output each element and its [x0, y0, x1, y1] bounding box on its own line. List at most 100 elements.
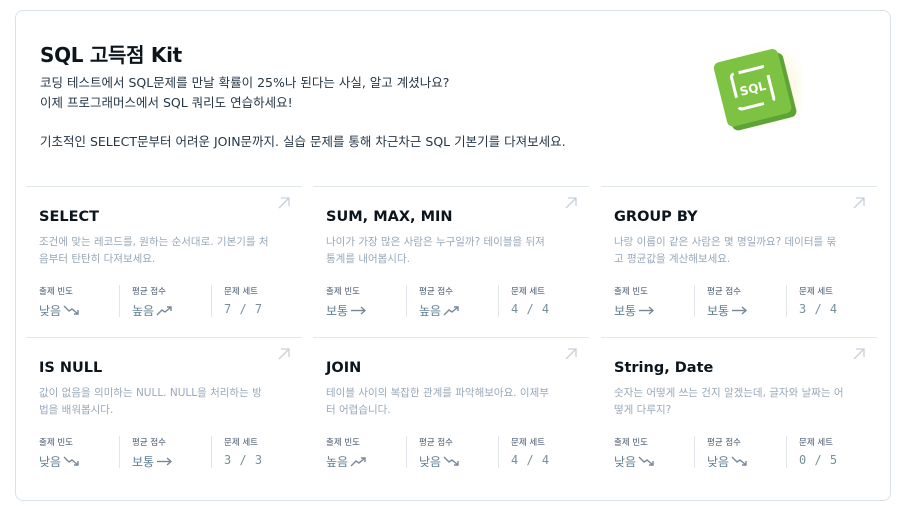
- frequency-value: 보통: [326, 302, 406, 319]
- trend-up-icon: [156, 306, 172, 316]
- avg-score-value: 낮음: [707, 453, 786, 470]
- topic-title[interactable]: SELECT: [39, 209, 99, 225]
- avg-score-label: 평균 점수: [419, 438, 453, 448]
- topic-stats: 출제 빈도 낮음 평균 점수 낮음 문제 세트 0 / 5: [614, 436, 864, 470]
- topic-title[interactable]: String, Date: [614, 360, 713, 376]
- topic-card-join[interactable]: JOIN 테이블 사이의 복잡한 관계를 파악해보아요. 이제부터 어렵습니다. 출…: [313, 337, 589, 487]
- topic-stats: 출제 빈도높음 평균 점수낮음 문제 세트 4 / 4: [326, 436, 576, 470]
- frequency-label: 출제 빈도: [326, 438, 360, 448]
- frequency-value: 보통: [614, 302, 694, 319]
- frequency-label: 출제 빈도: [326, 287, 360, 297]
- frequency-text: 높음: [326, 455, 349, 469]
- frequency-text: 보통: [614, 304, 637, 318]
- avg-score-label: 평균 점수: [707, 438, 741, 448]
- topic-stats: 출제 빈도 낮음 평균 점수보통 문제 세트 3 / 3: [39, 436, 289, 470]
- topic-title[interactable]: IS NULL: [39, 360, 102, 376]
- frequency-stat: 출제 빈도낮음: [614, 436, 694, 470]
- problem-set-stat: 문제 세트 7 / 7: [211, 285, 291, 317]
- avg-score-stat: 평균 점수낮음: [694, 436, 786, 470]
- frequency-label: 출제 빈도: [39, 287, 73, 297]
- topic-card-group-by[interactable]: GROUP BY 나랑 이름이 같은 사람은 몇 명일까요? 데이터를 묶고 평균…: [601, 186, 877, 336]
- topic-stats: 출제 빈도 보통 평균 점수 높음 문제 세트 4 / 4: [326, 285, 576, 319]
- problem-set-stat: 문제 세트 3 / 4: [786, 285, 866, 317]
- avg-score-stat: 평균 점수낮음: [406, 436, 498, 470]
- description-line: 코딩 테스트에서 SQL문제를 만날 확률이 25%나 된다는 사실, 알고 계…: [40, 75, 450, 90]
- arrow-up-right-icon[interactable]: [851, 195, 867, 211]
- trend-down-icon: [63, 456, 79, 466]
- frequency-label: 출제 빈도: [614, 287, 648, 297]
- problem-set-label: 문제 세트: [799, 438, 833, 448]
- avg-score-label: 평균 점수: [707, 287, 741, 297]
- problem-set-label: 문제 세트: [511, 287, 545, 297]
- avg-score-text: 보통: [707, 304, 730, 318]
- avg-score-stat: 평균 점수보통: [694, 285, 786, 319]
- topic-description: 나랑 이름이 같은 사람은 몇 명일까요? 데이터를 묶고 평균값을 계산해보세…: [614, 236, 837, 265]
- trend-flat-icon: [732, 306, 748, 315]
- avg-score-value: 낮음: [419, 453, 498, 470]
- trend-down-icon: [443, 456, 459, 466]
- kit-description: 코딩 테스트에서 SQL문제를 만날 확률이 25%나 된다는 사실, 알고 계…: [40, 73, 566, 152]
- topic-title[interactable]: SUM, MAX, MIN: [326, 209, 453, 225]
- topic-title[interactable]: GROUP BY: [614, 209, 698, 225]
- avg-score-stat: 평균 점수높음: [406, 285, 498, 318]
- problem-set-value: 4 / 4: [511, 453, 550, 467]
- topic-title[interactable]: JOIN: [326, 360, 361, 376]
- avg-score-label: 평균 점수: [132, 287, 166, 297]
- topic-card-string-date[interactable]: String, Date 숫자는 어떻게 쓰는 건지 알겠는데, 글자와 날짜는 …: [601, 337, 877, 487]
- avg-score-text: 높음: [132, 304, 155, 318]
- avg-score-text: 낮음: [419, 455, 442, 469]
- frequency-text: 낮음: [614, 455, 637, 469]
- topic-card-sum-max-min[interactable]: SUM, MAX, MIN 나이가 가장 많은 사람은 누구일까? 테이블을 뒤져…: [313, 186, 589, 336]
- problem-set-value: 3 / 4: [799, 302, 838, 316]
- arrow-up-right-icon[interactable]: [563, 195, 579, 211]
- trend-flat-icon: [157, 457, 173, 466]
- avg-score-text: 높음: [419, 304, 442, 318]
- frequency-value: 낮음: [39, 302, 119, 319]
- topic-card-is-null[interactable]: IS NULL 값이 없음을 의미하는 NULL. NULL을 처리하는 방법을 …: [26, 337, 302, 487]
- arrow-up-right-icon[interactable]: [851, 346, 867, 362]
- topic-description: 조건에 맞는 레코드를, 원하는 순서대로. 기본기를 처음부터 탄탄히 다져보…: [39, 236, 269, 265]
- arrow-up-right-icon[interactable]: [563, 346, 579, 362]
- frequency-stat: 출제 빈도보통: [614, 285, 694, 319]
- avg-score-label: 평균 점수: [419, 287, 453, 297]
- topic-stats: 출제 빈도 보통 평균 점수 보통 문제 세트 3 / 4: [614, 285, 864, 319]
- topic-stats: 출제 빈도 낮음 평균 점수 높음 문제 세트 7 / 7: [39, 285, 289, 319]
- frequency-label: 출제 빈도: [614, 438, 648, 448]
- arrow-up-right-icon[interactable]: [276, 195, 292, 211]
- topic-card-select[interactable]: SELECT 조건에 맞는 레코드를, 원하는 순서대로. 기본기를 처음부터 탄…: [26, 186, 302, 336]
- frequency-value: 낮음: [39, 453, 119, 470]
- avg-score-value: 보통: [132, 453, 211, 470]
- trend-up-icon: [350, 457, 366, 467]
- frequency-value: 낮음: [614, 453, 694, 470]
- avg-score-stat: 평균 점수높음: [119, 285, 211, 318]
- avg-score-text: 낮음: [707, 455, 730, 469]
- topic-description: 나이가 가장 많은 사람은 누구일까? 테이블을 뒤져 통계를 내어봅시다.: [326, 236, 545, 265]
- problem-set-stat: 문제 세트 3 / 3: [211, 436, 291, 468]
- trend-flat-icon: [351, 306, 367, 315]
- topic-description: 테이블 사이의 복잡한 관계를 파악해보아요. 이제부터 어렵습니다.: [326, 387, 549, 416]
- frequency-stat: 출제 빈도보통: [326, 285, 406, 319]
- problem-set-value: 4 / 4: [511, 302, 550, 316]
- avg-score-text: 보통: [132, 455, 155, 469]
- problem-set-label: 문제 세트: [224, 438, 258, 448]
- frequency-text: 낮음: [39, 304, 62, 318]
- problem-set-label: 문제 세트: [511, 438, 545, 448]
- avg-score-label: 평균 점수: [132, 438, 166, 448]
- avg-score-value: 보통: [707, 302, 786, 319]
- trend-up-icon: [443, 306, 459, 316]
- problem-set-label: 문제 세트: [224, 287, 258, 297]
- sql-logo-icon: SQL: [713, 43, 802, 131]
- description-line: 기초적인 SELECT문부터 어려운 JOIN문까지. 실습 문제를 통해 차근…: [40, 134, 566, 149]
- problem-set-value: 3 / 3: [224, 453, 263, 467]
- arrow-up-right-icon[interactable]: [276, 346, 292, 362]
- frequency-stat: 출제 빈도낮음: [39, 285, 119, 319]
- page-title: SQL 고득점 Kit: [40, 43, 182, 67]
- description-line: 이제 프로그래머스에서 SQL 쿼리도 연습하세요!: [40, 95, 293, 110]
- problem-set-stat: 문제 세트 0 / 5: [786, 436, 866, 468]
- trend-flat-icon: [639, 306, 655, 315]
- problem-set-stat: 문제 세트 4 / 4: [498, 285, 578, 317]
- problem-set-value: 0 / 5: [799, 453, 838, 467]
- frequency-value: 높음: [326, 453, 406, 470]
- problem-set-label: 문제 세트: [799, 287, 833, 297]
- frequency-stat: 출제 빈도 낮음: [39, 436, 119, 470]
